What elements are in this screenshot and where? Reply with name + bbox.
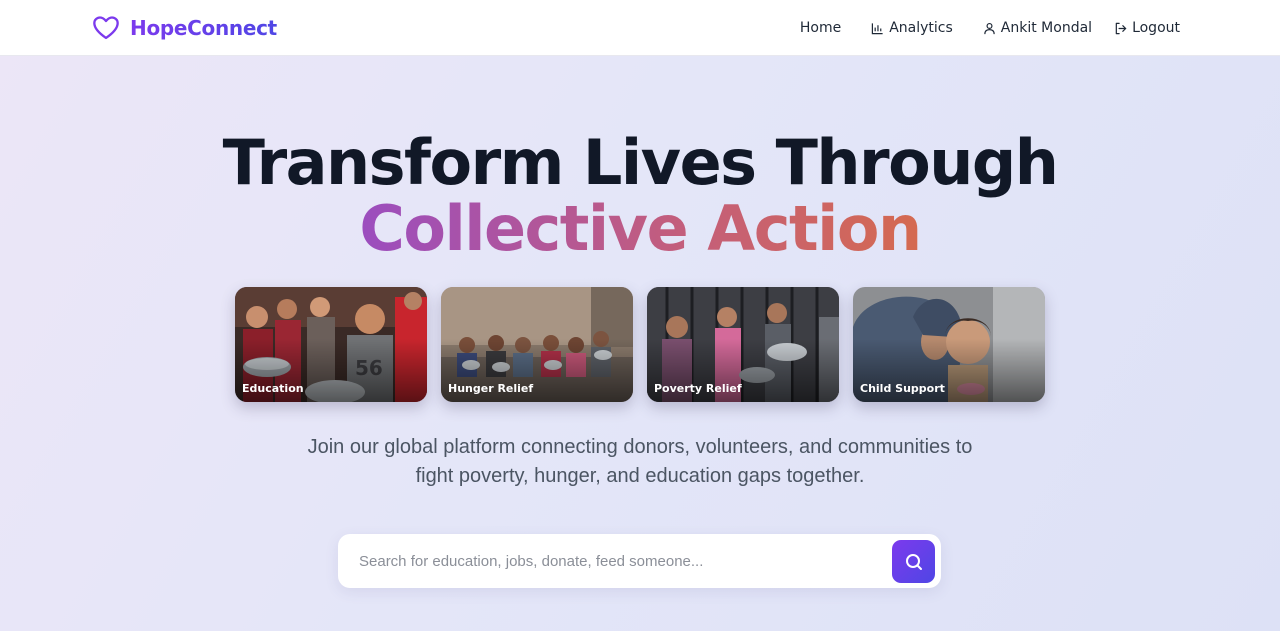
hero-title: Transform Lives Through Collective Actio… xyxy=(0,130,1280,262)
search-button[interactable] xyxy=(892,540,935,583)
category-card-child-support[interactable]: Child Support xyxy=(853,287,1045,402)
hero-title-line2: Collective Action xyxy=(359,192,922,265)
category-card-poverty-relief[interactable]: Poverty Relief xyxy=(647,287,839,402)
search-input[interactable] xyxy=(359,552,879,570)
search-bar xyxy=(338,534,941,588)
card-label: Poverty Relief xyxy=(654,382,742,395)
search-icon xyxy=(905,553,922,570)
heart-icon xyxy=(93,16,119,40)
nav-user-profile[interactable]: Ankit Mondal xyxy=(975,20,1100,36)
category-card-education[interactable]: 56 Education xyxy=(235,287,427,402)
logout-icon xyxy=(1115,22,1127,34)
top-navbar: HopeConnect Home Analytics Ankit Mondal … xyxy=(0,0,1280,56)
nav-analytics[interactable]: Analytics xyxy=(863,20,961,36)
card-label: Education xyxy=(242,382,304,395)
bar-chart-icon xyxy=(872,22,883,34)
nav-user-name: Ankit Mondal xyxy=(1000,20,1093,36)
card-label: Hunger Relief xyxy=(448,382,534,395)
nav-home[interactable]: Home xyxy=(792,20,849,36)
brand-name: HopeConnect xyxy=(130,16,277,40)
brand-logo[interactable]: HopeConnect xyxy=(92,14,277,42)
category-card-hunger-relief[interactable]: Hunger Relief xyxy=(441,287,633,402)
hero-title-line1: Transform Lives Through xyxy=(222,126,1059,199)
category-cards: 56 Education Hunger Relief xyxy=(235,287,1045,402)
user-icon xyxy=(984,22,995,34)
hero-subtitle: Join our global platform connecting dono… xyxy=(307,436,973,487)
nav-home-label: Home xyxy=(799,20,842,36)
main-nav: Home Analytics Ankit Mondal Logout xyxy=(792,0,1188,56)
nav-analytics-label: Analytics xyxy=(889,20,953,36)
card-label: Child Support xyxy=(860,382,945,395)
nav-logout[interactable]: Logout xyxy=(1114,20,1188,36)
nav-logout-label: Logout xyxy=(1132,20,1180,36)
